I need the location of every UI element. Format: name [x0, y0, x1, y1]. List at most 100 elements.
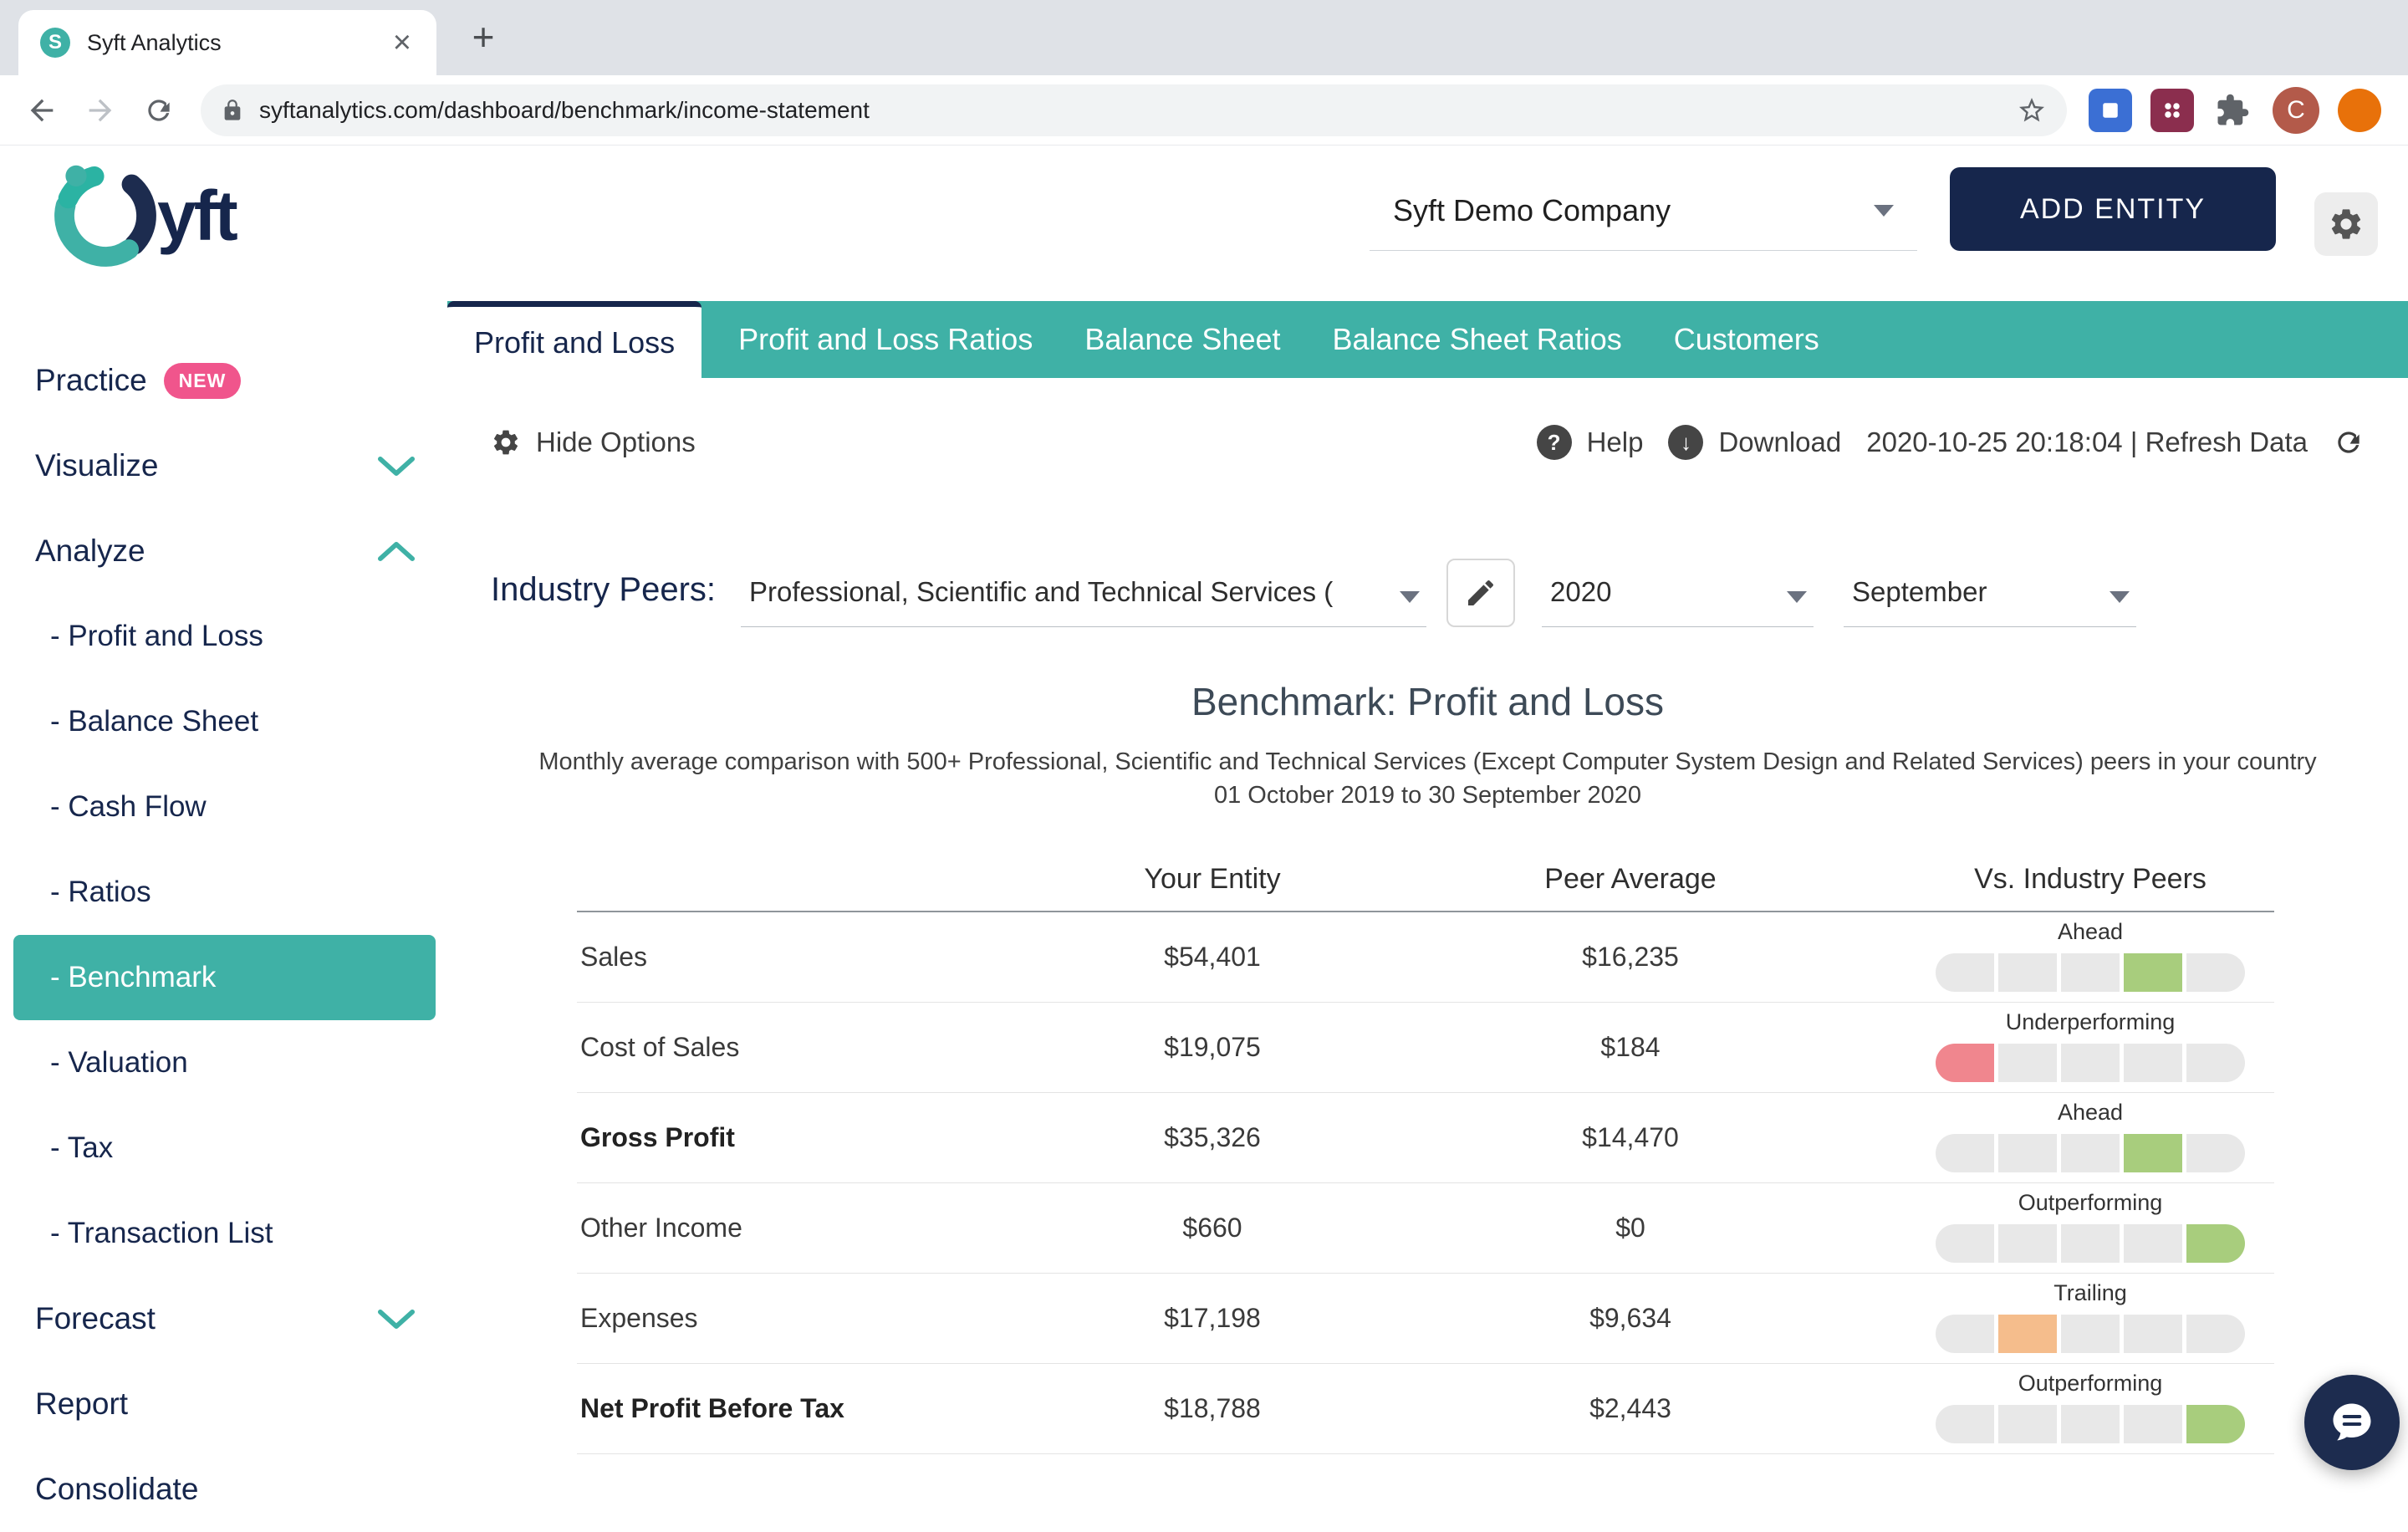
- refresh-icon[interactable]: [2333, 426, 2365, 458]
- vs-cell: Ahead: [1848, 1093, 2274, 1182]
- your-entity-value: $660: [1012, 1213, 1413, 1243]
- peer-average-value: $9,634: [1413, 1303, 1848, 1334]
- sidebar-item-report[interactable]: Report: [0, 1361, 447, 1447]
- edit-industry-button[interactable]: [1446, 559, 1515, 627]
- col-vs-industry-peers: Vs. Industry Peers: [1848, 863, 2274, 896]
- sidebar-item-balance-sheet[interactable]: - Balance Sheet: [0, 679, 447, 764]
- extensions-puzzle-icon[interactable]: [2206, 84, 2259, 137]
- add-entity-button[interactable]: ADD ENTITY: [1950, 167, 2276, 251]
- hide-options-button[interactable]: Hide Options: [491, 426, 696, 458]
- settings-button[interactable]: [2314, 192, 2378, 256]
- row-label: Expenses: [577, 1303, 1012, 1334]
- tab-balance-sheet-ratios[interactable]: Balance Sheet Ratios: [1314, 301, 1640, 378]
- table-row-expenses: Expenses $17,198 $9,634 Trailing: [577, 1274, 2274, 1364]
- tab-profit-and-loss-ratios[interactable]: Profit and Loss Ratios: [720, 301, 1051, 378]
- syft-logo-icon: [47, 157, 164, 274]
- profile-avatar[interactable]: C: [2273, 87, 2319, 134]
- sidebar-item-analyze[interactable]: Analyze: [0, 508, 447, 594]
- sidebar-item-label: Consolidate: [35, 1472, 198, 1507]
- chat-launcher-button[interactable]: [2304, 1375, 2400, 1470]
- sidebar-item-label: Practice: [35, 363, 147, 398]
- chevron-down-icon: [377, 456, 416, 477]
- industry-select-value: Professional, Scientific and Technical S…: [749, 576, 1333, 608]
- company-selector-value: Syft Demo Company: [1393, 193, 1671, 228]
- table-row-cost-of-sales: Cost of Sales $19,075 $184 Underperformi…: [577, 1003, 2274, 1093]
- bookmark-star-icon[interactable]: [2017, 95, 2047, 125]
- chevron-down-icon: [1400, 591, 1420, 603]
- browser-update-icon[interactable]: [2338, 89, 2381, 132]
- syft-logo[interactable]: yft: [47, 157, 236, 274]
- peer-comparison-bar: [1936, 1224, 2245, 1263]
- help-button[interactable]: ? Help: [1537, 425, 1644, 460]
- tab-customers[interactable]: Customers: [1656, 301, 1838, 378]
- sidebar-item-visualize[interactable]: Visualize: [0, 423, 447, 508]
- sidebar-item-label: Visualize: [35, 448, 158, 483]
- download-icon: ↓: [1668, 425, 1703, 460]
- sidebar-item-profit-and-loss[interactable]: - Profit and Loss: [0, 594, 447, 679]
- toolbar-right: ? Help ↓ Download 2020-10-25 20:18:04 | …: [1537, 425, 2365, 460]
- sidebar-item-consolidate[interactable]: Consolidate: [0, 1447, 447, 1532]
- peer-average-value: $14,470: [1413, 1122, 1848, 1153]
- gear-icon: [2328, 206, 2365, 243]
- reload-icon[interactable]: [132, 84, 186, 137]
- sidebar-item-label: - Transaction List: [50, 1217, 273, 1250]
- sidebar-item-forecast[interactable]: Forecast: [0, 1276, 447, 1361]
- tab-title: Syft Analytics: [87, 30, 390, 56]
- industry-peers-label: Industry Peers:: [491, 571, 716, 627]
- back-icon[interactable]: [15, 84, 69, 137]
- your-entity-value: $17,198: [1012, 1303, 1413, 1334]
- vs-cell: Ahead: [1848, 912, 2274, 1002]
- download-label: Download: [1718, 426, 1841, 458]
- filters-row: Industry Peers: Professional, Scientific…: [447, 460, 2408, 627]
- sidebar-item-benchmark[interactable]: - Benchmark: [13, 935, 436, 1020]
- your-entity-value: $18,788: [1012, 1393, 1413, 1424]
- col-peer-average: Peer Average: [1413, 863, 1848, 896]
- sidebar-item-practice[interactable]: Practice NEW: [0, 338, 447, 423]
- sidebar-item-label: - Valuation: [50, 1046, 188, 1080]
- tab-balance-sheet[interactable]: Balance Sheet: [1066, 301, 1298, 378]
- new-tab-button[interactable]: +: [458, 12, 508, 62]
- company-selector[interactable]: Syft Demo Company: [1370, 171, 1917, 251]
- syft-favicon-icon: S: [40, 28, 70, 58]
- refresh-data-label[interactable]: 2020-10-25 20:18:04 | Refresh Data: [1866, 426, 2308, 458]
- browser-tab[interactable]: S Syft Analytics ×: [18, 10, 436, 75]
- app-header: yft Syft Demo Company ADD ENTITY: [0, 146, 2408, 301]
- sidebar-item-cash-flow[interactable]: - Cash Flow: [0, 764, 447, 850]
- pencil-icon: [1464, 576, 1497, 610]
- sidebar-item-transaction-list[interactable]: - Transaction List: [0, 1191, 447, 1276]
- industry-select[interactable]: Professional, Scientific and Technical S…: [741, 576, 1426, 627]
- sidebar-item-label: - Ratios: [50, 876, 151, 909]
- peer-comparison-bar: [1936, 953, 2245, 992]
- tab-profit-and-loss[interactable]: Profit and Loss: [447, 301, 701, 378]
- chevron-up-icon: [377, 541, 416, 562]
- table-row-other-income: Other Income $660 $0 Outperforming: [577, 1183, 2274, 1274]
- extension-icon[interactable]: [2089, 89, 2132, 132]
- year-select[interactable]: 2020: [1542, 576, 1814, 627]
- month-select[interactable]: September: [1844, 576, 2136, 627]
- help-label: Help: [1587, 426, 1644, 458]
- forward-icon[interactable]: [74, 84, 127, 137]
- sidebar-item-tax[interactable]: - Tax: [0, 1106, 447, 1191]
- sidebar-item-ratios[interactable]: - Ratios: [0, 850, 447, 935]
- address-bar[interactable]: syftanalytics.com/dashboard/benchmark/in…: [201, 84, 2067, 136]
- gear-icon: [491, 427, 521, 457]
- page-title: Benchmark: Profit and Loss: [447, 679, 2408, 724]
- sidebar-item-valuation[interactable]: - Valuation: [0, 1020, 447, 1106]
- extension-icon[interactable]: [2150, 89, 2194, 132]
- url-text: syftanalytics.com/dashboard/benchmark/in…: [259, 97, 2002, 124]
- close-tab-icon[interactable]: ×: [390, 27, 415, 59]
- benchmark-subtitle: Monthly average comparison with 500+ Pro…: [447, 746, 2408, 779]
- peer-comparison-bar: [1936, 1315, 2245, 1353]
- year-select-value: 2020: [1550, 576, 1611, 608]
- chevron-down-icon: [1787, 591, 1807, 603]
- row-label: Net Profit Before Tax: [577, 1393, 1012, 1424]
- your-entity-value: $54,401: [1012, 942, 1413, 973]
- peer-comparison-bar: [1936, 1044, 2245, 1082]
- status-label: Outperforming: [2018, 1371, 2163, 1397]
- sidebar-item-label: - Cash Flow: [50, 790, 207, 824]
- sidebar-item-label: Forecast: [35, 1301, 156, 1336]
- col-your-entity: Your Entity: [1012, 863, 1413, 896]
- download-button[interactable]: ↓ Download: [1668, 425, 1841, 460]
- status-label: Underperforming: [2006, 1009, 2176, 1035]
- sidebar-item-label: Report: [35, 1386, 128, 1422]
